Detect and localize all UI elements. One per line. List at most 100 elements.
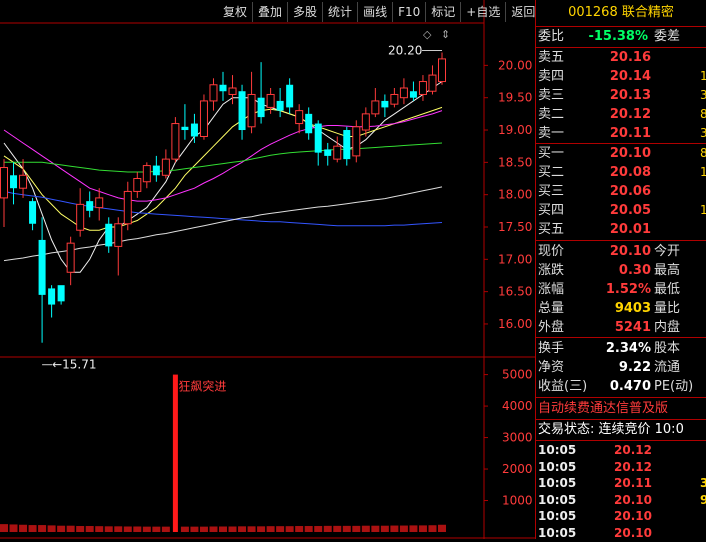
panel-divider [536,240,706,241]
price-tick-label: 18.50 [498,155,532,169]
candle-body [171,123,180,160]
stat-value: 0.30 [618,263,651,278]
trade-status: 交易状态: 连续竞价 10:0 [538,422,684,437]
volume-bar [342,525,351,532]
volume-bar [76,526,85,532]
volume-bar [172,374,178,532]
volume-bar [19,524,28,532]
stat-label2: 今开 [654,244,681,259]
candle-body [105,223,113,247]
candle-body [10,175,18,189]
draw-line-button[interactable]: 画线 [358,2,394,22]
stat2-label2: PE(动) [654,379,694,394]
stat-label2: 最高 [654,263,681,278]
ask-label: 卖一 [538,126,565,141]
candle-body [390,93,399,105]
webi-row: 委比 -15.38% 委差 [536,27,706,46]
volume-bar [152,526,161,532]
volume-bar [142,526,151,532]
bid-row[interactable]: 买三 20.06 [536,182,706,201]
multi-stock-button[interactable]: 多股 [288,2,324,22]
add-watchlist-button[interactable]: +自选 [461,2,507,22]
bid-volume: 8 [700,146,706,160]
notice-banner[interactable]: 自动续费通达信普及版 [536,399,706,418]
ask-row[interactable]: 卖二 20.12 8 [536,105,706,124]
price-tick-label: 17.50 [498,220,532,234]
stock-name: 联合精密 [621,5,674,20]
candle-body [133,178,142,192]
bid-row[interactable]: 买二 20.08 1 [536,163,706,182]
low-label: ←15.71 [52,358,96,372]
quote-panel: 001268 联合精密 委比 -15.38% 委差 卖五 20.16 卖四 20.14 1 卖三… [536,0,706,540]
fuquan-button[interactable]: 复权 [218,2,254,22]
candle-body [152,165,160,176]
candle-body [371,100,380,115]
stat2-label2: 流通 [654,360,681,375]
ask-price: 20.12 [609,107,651,122]
ask-row[interactable]: 卖一 20.11 3 [536,124,706,143]
tick-price: 20.10 [614,509,652,523]
candle-body [199,100,208,137]
price-tick-label: 16.00 [498,317,532,331]
ask-price: 20.11 [609,126,651,141]
stat2-row: 收益(三) 0.470 PE(动) [536,377,706,396]
stats-button[interactable]: 统计 [323,2,359,22]
bid-row[interactable]: 买五 20.01 [536,220,706,239]
ask-label: 卖二 [538,107,565,122]
volume-bar [199,526,208,532]
tick-time: 10:05 [538,459,577,474]
stat2-label: 净资 [538,360,565,375]
bid-price: 20.10 [609,146,651,161]
bid-label: 买三 [538,184,565,199]
candle-body [314,123,322,153]
candle-body [305,113,313,134]
bid-row[interactable]: 买四 20.05 1 [536,201,706,220]
bid-volume: 1 [700,165,706,179]
bid-row[interactable]: 买一 20.10 8 [536,144,706,163]
tick-volume: 9 [700,492,706,507]
mark-button[interactable]: 标记 [426,2,462,22]
stat-label: 总量 [538,301,565,316]
stat-row: 外盘 5241 内盘 [536,318,706,337]
stat-value: 1.52% [605,282,651,297]
stat2-value: 2.34% [605,341,651,356]
ask-row[interactable]: 卖三 20.13 3 [536,86,706,105]
bid-label: 买二 [538,165,565,180]
candle-body [238,91,246,131]
candle-body [247,93,256,128]
volume-bar [133,526,142,532]
high-label: 20.20 [388,43,422,57]
volume-bar [295,526,304,532]
volume-bar [219,526,227,532]
candle-body [324,149,332,156]
volume-bar [9,524,18,532]
chart-toolbar: 复权 叠加 多股 统计 画线 F10 标记 +自选 返回 [218,2,540,22]
panel-divider [536,337,706,338]
ask-row[interactable]: 卖五 20.16 [536,48,706,67]
ma-line-ma60 [3,190,443,227]
candle-body [190,123,198,137]
volume-bar [314,526,323,532]
candle-body [76,203,85,231]
ask-row[interactable]: 卖四 20.14 1 [536,67,706,86]
stat-value: 5241 [614,320,651,335]
ma-line-ma20 [3,110,443,202]
candle-body [228,87,237,95]
price-tick-label: 19.00 [498,123,532,137]
stat2-value: 9.22 [618,360,651,375]
stat-row: 涨幅 1.52% 最低 [536,280,706,299]
volume-bar [418,525,427,532]
stat-label: 涨跌 [538,263,565,278]
ask-label: 卖四 [538,69,565,84]
volume-bar [333,525,342,532]
bid-price: 20.05 [609,203,651,218]
volume-bar [428,525,437,532]
stat-label: 外盘 [538,320,565,335]
stat-value: 9403 [614,301,651,316]
kline-chart[interactable]: ◇ ⇕ 20.00 19.50 19.00 18.50 18.00 17.50 17.00 16.… [0,0,536,539]
stat2-label: 换手 [538,341,565,356]
overlay-button[interactable]: 叠加 [253,2,289,22]
candle-body [352,126,361,157]
f10-button[interactable]: F10 [393,2,427,22]
volume-tick-label: 3000 [502,431,533,445]
